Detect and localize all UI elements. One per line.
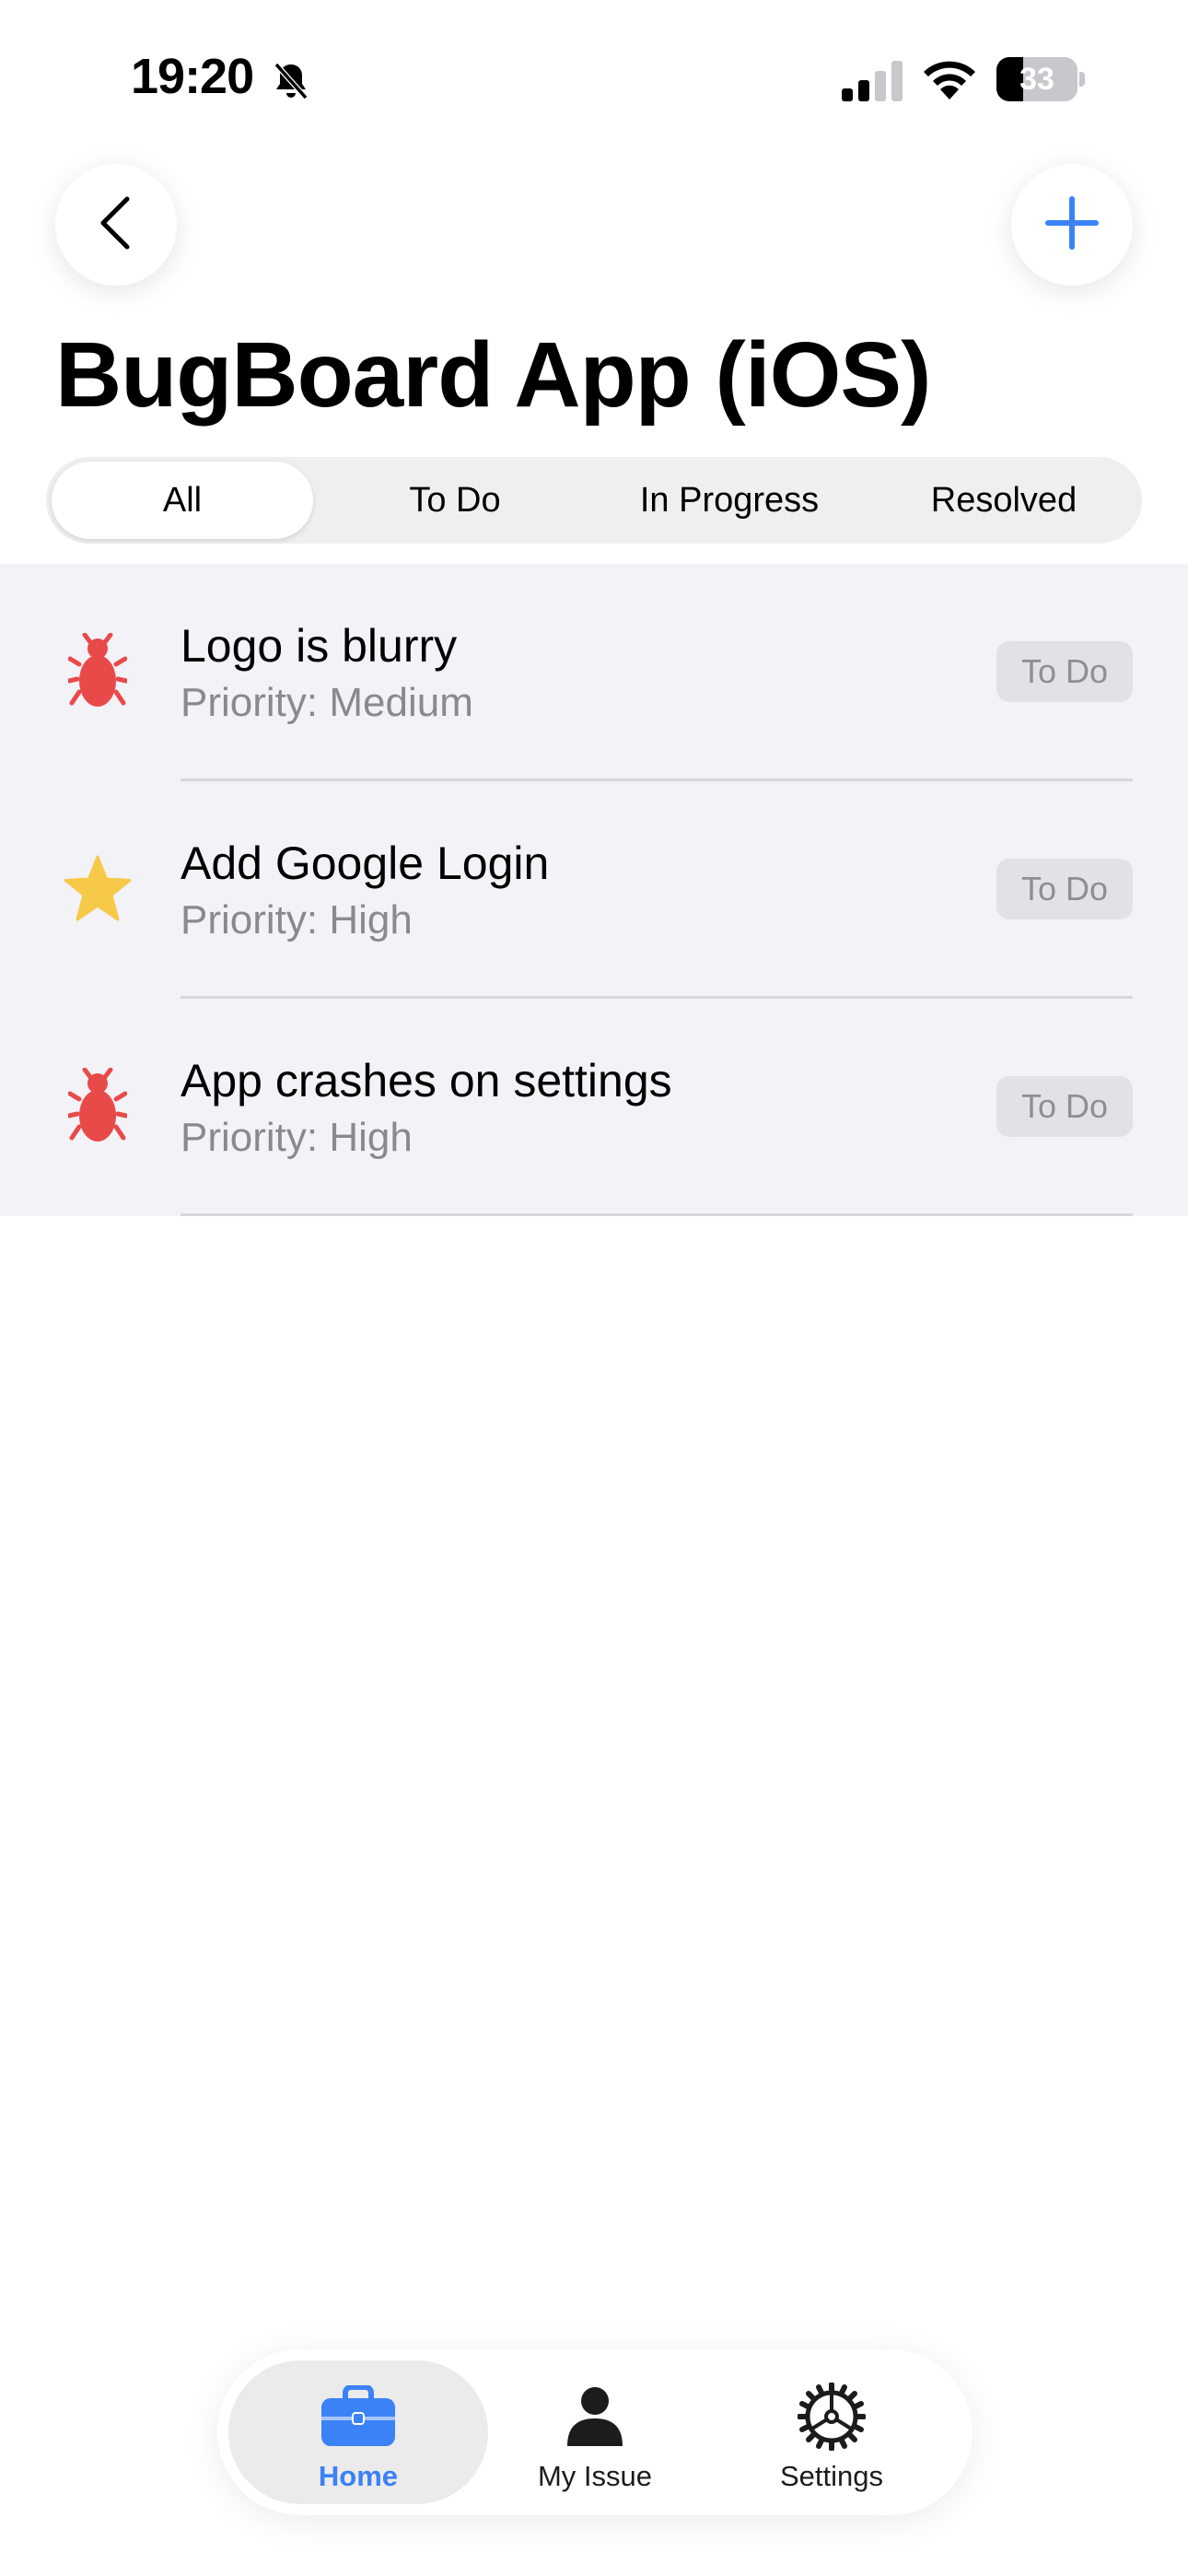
- tab-label: Home: [318, 2460, 399, 2492]
- tab-my-issue[interactable]: My Issue: [465, 2360, 725, 2504]
- tab-home[interactable]: Home: [228, 2360, 488, 2504]
- person-icon: [465, 2384, 725, 2449]
- filter-tab-all[interactable]: All: [52, 462, 313, 539]
- bug-icon: [61, 1065, 134, 1148]
- issue-row[interactable]: Logo is blurry Priority: Medium To Do: [0, 564, 1188, 781]
- filter-tab-to-do[interactable]: To Do: [324, 462, 586, 539]
- add-issue-button[interactable]: [1011, 164, 1133, 286]
- issue-title: Add Google Login: [181, 837, 550, 889]
- issue-row[interactable]: Add Google Login Priority: High To Do: [0, 781, 1188, 999]
- cellular-signal-icon: [840, 61, 906, 101]
- issue-title: App crashes on settings: [181, 1055, 672, 1107]
- filter-tab-resolved[interactable]: Resolved: [873, 462, 1135, 539]
- issue-row[interactable]: App crashes on settings Priority: High T…: [0, 999, 1188, 1216]
- chevron-left-icon: [94, 195, 138, 255]
- bottom-tab-bar: Home My Issue Settings: [217, 2349, 973, 2515]
- issue-priority: Priority: High: [181, 1115, 413, 1160]
- battery-icon: 33: [996, 57, 1085, 101]
- status-badge: To Do: [996, 859, 1133, 919]
- status-time: 19:20: [131, 49, 254, 104]
- bell-slash-icon: [269, 59, 313, 103]
- battery-level: 33: [1019, 62, 1054, 97]
- plus-icon: [1044, 195, 1100, 255]
- issue-priority: Priority: High: [181, 897, 413, 943]
- row-divider: [181, 1213, 1133, 1216]
- tab-label: Settings: [779, 2460, 883, 2492]
- bug-icon: [61, 630, 134, 713]
- issue-title: Logo is blurry: [181, 620, 458, 672]
- issue-list: Logo is blurry Priority: Medium To Do Ad…: [0, 564, 1188, 1216]
- page-title: BugBoard App (iOS): [55, 323, 931, 427]
- back-button[interactable]: [55, 164, 177, 286]
- tab-label: My Issue: [537, 2460, 653, 2492]
- briefcase-icon: [228, 2384, 488, 2449]
- filter-tab-in-progress[interactable]: In Progress: [599, 462, 860, 539]
- status-filter-segmented-control: All To Do In Progress Resolved: [46, 457, 1142, 544]
- issue-priority: Priority: Medium: [181, 680, 473, 725]
- star-icon: [61, 848, 134, 931]
- status-badge: To Do: [996, 641, 1133, 702]
- status-badge: To Do: [996, 1076, 1133, 1137]
- status-bar: 19:20 33: [0, 0, 1188, 157]
- gear-icon: [702, 2383, 961, 2451]
- wifi-icon: [921, 57, 978, 100]
- tab-settings[interactable]: Settings: [702, 2360, 961, 2504]
